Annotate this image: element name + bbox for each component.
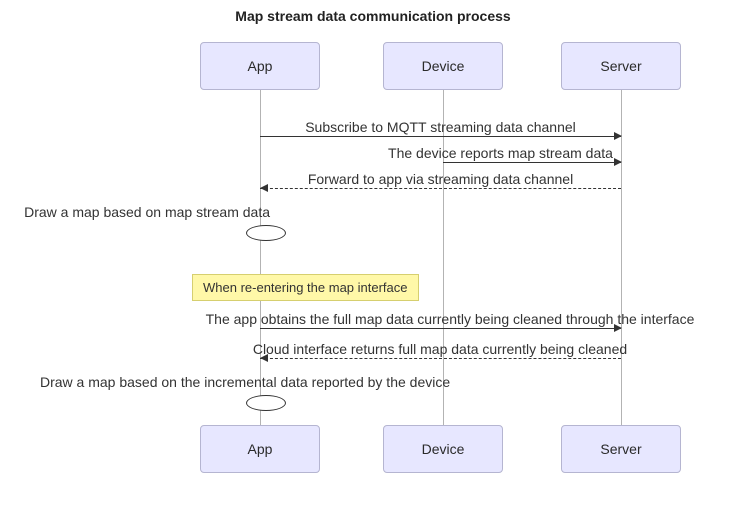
msg-draw-map-1-loop xyxy=(246,225,286,241)
actor-device-top: Device xyxy=(383,42,503,90)
msg-obtain-full-label: The app obtains the full map data curren… xyxy=(180,311,720,327)
msg-forward-arrowhead xyxy=(260,184,268,192)
msg-obtain-full-line xyxy=(260,328,621,329)
msg-forward-line xyxy=(260,188,621,189)
msg-draw-map-2-label: Draw a map based on the incremental data… xyxy=(40,374,580,390)
msg-subscribe-label: Subscribe to MQTT streaming data channel xyxy=(260,119,621,135)
actor-server-bottom: Server xyxy=(561,425,681,473)
msg-forward-label: Forward to app via streaming data channe… xyxy=(260,171,621,187)
msg-subscribe-line xyxy=(260,136,621,137)
lifeline-server xyxy=(621,90,622,425)
msg-cloud-returns-arrowhead xyxy=(260,354,268,362)
msg-draw-map-1-label: Draw a map based on map stream data xyxy=(0,204,370,220)
actor-app-bottom: App xyxy=(200,425,320,473)
diagram-title: Map stream data communication process xyxy=(0,8,746,24)
actor-device-bottom: Device xyxy=(383,425,503,473)
msg-obtain-full-arrowhead xyxy=(614,324,622,332)
note-reenter: When re-entering the map interface xyxy=(192,274,419,301)
msg-cloud-returns-label: Cloud interface returns full map data cu… xyxy=(220,341,660,357)
actor-app-top: App xyxy=(200,42,320,90)
actor-server-top: Server xyxy=(561,42,681,90)
msg-device-reports-arrowhead xyxy=(614,158,622,166)
msg-cloud-returns-line xyxy=(260,358,621,359)
msg-subscribe-arrowhead xyxy=(614,132,622,140)
msg-device-reports-line xyxy=(443,162,621,163)
msg-device-reports-label: The device reports map stream data xyxy=(380,145,621,161)
msg-draw-map-2-loop xyxy=(246,395,286,411)
